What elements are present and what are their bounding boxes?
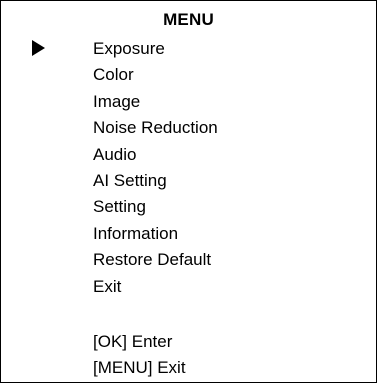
- menu-item-information[interactable]: Information: [93, 221, 218, 247]
- hint-menu-exit: [MENU] Exit: [93, 358, 186, 377]
- menu-item-image[interactable]: Image: [93, 89, 218, 115]
- osd-menu-panel: MENU Exposure Color Image Noise Reductio…: [0, 0, 377, 383]
- hint-ok-enter: [OK] Enter: [93, 332, 173, 351]
- menu-title: MENU: [163, 10, 214, 29]
- menu-item-color[interactable]: Color: [93, 62, 218, 88]
- menu-item-restore-default[interactable]: Restore Default: [93, 247, 218, 273]
- menu-item-exposure[interactable]: Exposure: [93, 36, 218, 62]
- menu-item-noise-reduction[interactable]: Noise Reduction: [93, 115, 218, 141]
- menu-item-setting[interactable]: Setting: [93, 194, 218, 220]
- menu-list: Exposure Color Image Noise Reduction Aud…: [93, 36, 218, 300]
- menu-item-audio[interactable]: Audio: [93, 142, 218, 168]
- key-hints: [OK] Enter [MENU] Exit: [93, 329, 186, 381]
- menu-item-exit[interactable]: Exit: [93, 274, 218, 300]
- right-triangle-icon: [32, 40, 45, 56]
- menu-item-ai-setting[interactable]: AI Setting: [93, 168, 218, 194]
